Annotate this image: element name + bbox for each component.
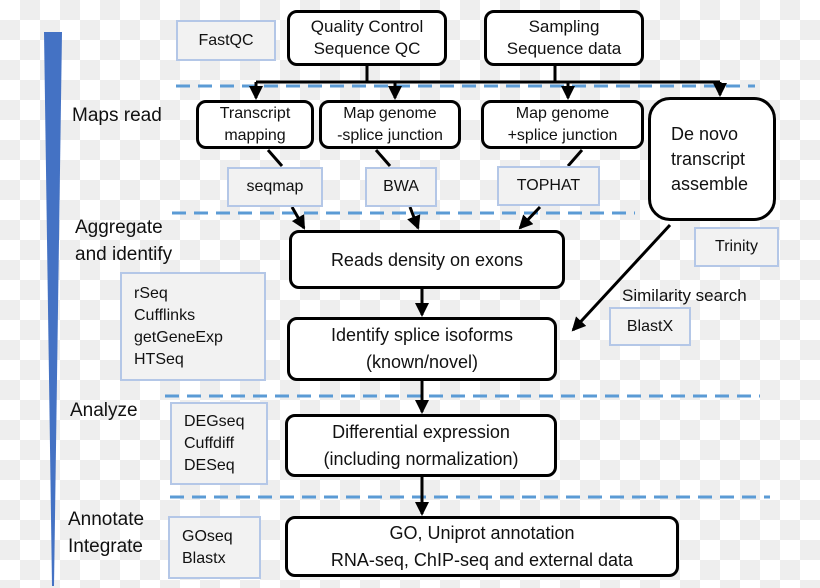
tool-htseq: HTSeq <box>134 350 184 368</box>
step-text: Map genome <box>343 104 437 122</box>
step-text: Sampling <box>528 17 600 36</box>
step-text: GO, Uniprot annotation <box>389 522 575 543</box>
tool-trinity: Trinity <box>694 227 779 267</box>
step-transcript-mapping: Transcript mapping <box>196 100 314 149</box>
stage-aggregate-line2: and identify <box>75 244 173 265</box>
stage-annotate-line2: Integrate <box>68 536 143 557</box>
step-text: Map genome <box>515 104 610 122</box>
step-splice-isoforms: Identify splice isoforms (known/novel) <box>287 317 557 381</box>
stage-analyze: Analyze <box>70 400 138 421</box>
progress-wedge <box>44 32 62 586</box>
step-text: Identify splice isoforms <box>330 325 514 345</box>
step-map-genome-minus-splice: Map genome -splice junction <box>319 100 461 149</box>
tool-blastx: BlastX <box>609 307 691 346</box>
tool-deseq: DESeq <box>184 456 235 474</box>
step-text: -splice junction <box>337 126 443 144</box>
step-text: Sequence data <box>506 39 622 58</box>
step-text: Differential expression <box>332 421 510 442</box>
tool-bwa: BWA <box>365 167 437 207</box>
stage-aggregate-line1: Aggregate <box>75 217 163 238</box>
tool-rseq: rSeq <box>134 284 168 302</box>
tool-list-analyze: DEGseq Cuffdiff DESeq <box>170 402 268 485</box>
tool-goseq: GOseq <box>182 527 233 545</box>
stage-annotate-line1: Annotate <box>68 509 145 530</box>
step-text: Sequence QC <box>313 39 421 58</box>
rnaseq-workflow-diagram: Maps read Aggregate and identify Analyze … <box>0 0 820 588</box>
step-text: (known/novel) <box>365 352 479 372</box>
step-de-novo-assembly: De novo transcript assemble <box>648 97 776 221</box>
step-text: Quality Control <box>310 17 424 36</box>
tool-getgeneexp: getGeneExp <box>134 328 223 346</box>
step-text: De novo <box>671 123 739 144</box>
step-annotation: GO, Uniprot annotation RNA-seq, ChIP-seq … <box>285 516 679 577</box>
step-differential-expression: Differential expression (including normal… <box>285 414 557 477</box>
tool-list-annotate: GOseq Blastx <box>168 516 261 579</box>
tool-tophat: TOPHAT <box>497 166 600 206</box>
tool-seqmap: seqmap <box>227 167 323 207</box>
tool-cufflinks: Cufflinks <box>134 306 196 324</box>
stage-aggregate: Aggregate and identify <box>75 214 172 268</box>
step-text: (including normalization) <box>323 448 519 469</box>
step-text: mapping <box>224 126 286 144</box>
tool-list-aggregate: rSeq Cufflinks getGeneExp HTSeq <box>120 272 266 381</box>
step-text: +splice junction <box>507 126 618 144</box>
step-text: Transcript <box>219 104 291 122</box>
step-text: RNA-seq, ChIP-seq and external data <box>330 549 634 570</box>
tool-blastx-annotate: Blastx <box>182 549 226 567</box>
stage-annotate: Annotate Integrate <box>68 506 144 560</box>
stage-maps-read: Maps read <box>72 105 162 126</box>
step-text: assemble <box>671 173 749 194</box>
step-text: transcript <box>671 148 746 169</box>
tool-fastqc: FastQC <box>176 20 276 61</box>
step-quality-control: Quality Control Sequence QC <box>287 10 447 66</box>
step-map-genome-plus-splice: Map genome +splice junction <box>481 100 644 149</box>
step-reads-density: Reads density on exons <box>289 230 565 289</box>
tool-degseq: DEGseq <box>184 412 245 430</box>
similarity-search-label: Similarity search <box>622 286 747 305</box>
tool-cuffdiff: Cuffdiff <box>184 434 235 452</box>
step-sampling: Sampling Sequence data <box>484 10 644 66</box>
